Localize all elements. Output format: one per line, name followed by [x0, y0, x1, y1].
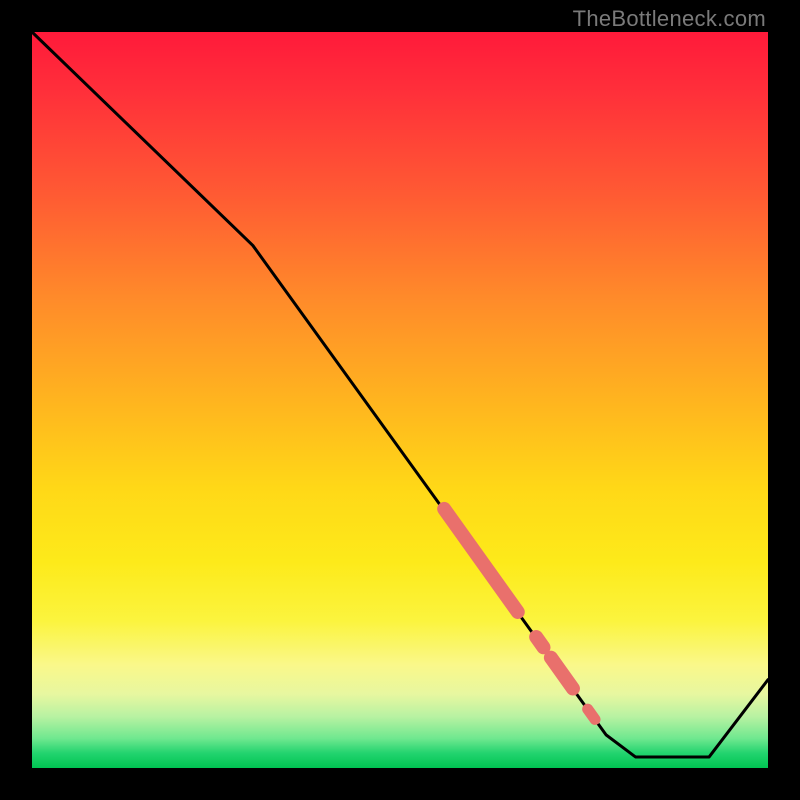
chart-frame: TheBottleneck.com [0, 0, 800, 800]
plot-area [32, 32, 768, 768]
highlight-segment-1 [536, 637, 543, 647]
line-chart-svg [32, 32, 768, 768]
bottleneck-curve [32, 32, 768, 757]
highlight-segment-2 [551, 658, 573, 689]
watermark-text: TheBottleneck.com [573, 6, 766, 32]
highlight-segment-3 [588, 709, 595, 719]
highlight-segment-0 [444, 509, 518, 612]
